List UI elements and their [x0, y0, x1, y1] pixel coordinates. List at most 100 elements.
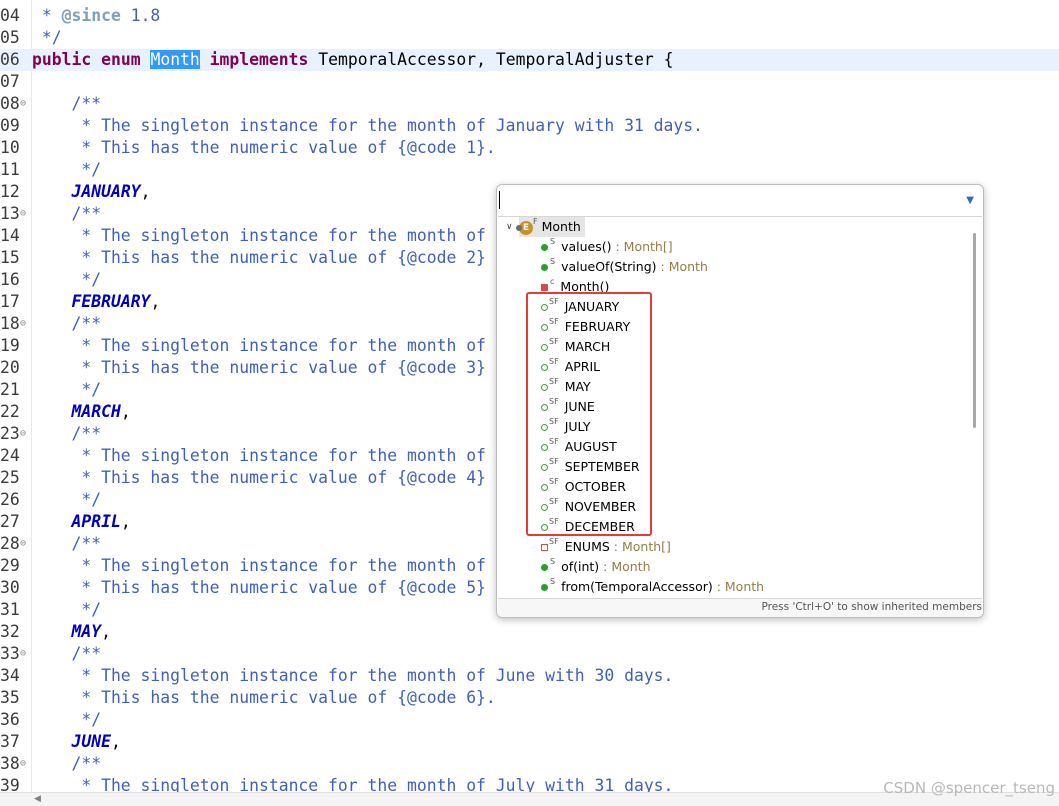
outline-member-august[interactable]: SF AUGUST — [541, 437, 617, 457]
code-token: * This has the numeric value of {@code 2… — [32, 248, 486, 267]
public-static-field-icon — [541, 304, 548, 311]
fold-toggle-icon[interactable]: ⊖ — [20, 423, 26, 445]
outline-member-june[interactable]: SF JUNE — [541, 397, 595, 417]
public-method-icon — [541, 564, 548, 571]
public-static-field-icon — [541, 384, 548, 391]
modifier-badge: SF — [549, 417, 559, 426]
public-static-field-icon — [541, 324, 548, 331]
code-token: */ — [32, 28, 62, 47]
public-method-icon — [541, 264, 548, 271]
quick-outline-popup[interactable]: ▼ ∨ EF Month Svalues() : Month[] SvalueOf… — [496, 184, 984, 618]
fold-toggle-icon[interactable]: ⊖ — [20, 643, 26, 665]
code-line[interactable]: 33 ⊖ /** — [0, 643, 1059, 665]
outline-member-october[interactable]: SF OCTOBER — [541, 477, 626, 497]
outline-vertical-scrollbar[interactable] — [973, 221, 977, 593]
code-text: * The singleton instance for the month o… — [32, 335, 486, 357]
code-line[interactable]: 37 JUNE, — [0, 731, 1059, 753]
fold-toggle-icon[interactable]: ⊖ — [20, 313, 26, 335]
outline-filter-input[interactable] — [500, 189, 958, 211]
outline-filter-bar[interactable]: ▼ — [498, 186, 982, 217]
code-text: public enum Month implements TemporalAcc… — [32, 49, 673, 71]
member-label: AUGUST — [564, 439, 617, 454]
outline-member-september[interactable]: SF SEPTEMBER — [541, 457, 640, 477]
outline-member-february[interactable]: SF FEBRUARY — [541, 317, 630, 337]
member-label: ENUMS — [564, 539, 610, 554]
outline-member-november[interactable]: SF NOVEMBER — [541, 497, 636, 517]
code-token: * The singleton instance for the month o… — [32, 116, 704, 135]
line-number: 27 — [0, 512, 20, 531]
line-number: 07 — [0, 72, 20, 91]
code-line[interactable]: 08 ⊖ /** — [0, 93, 1059, 115]
code-token: JANUARY — [71, 182, 141, 201]
code-line[interactable]: 34 * The singleton instance for the mont… — [0, 665, 1059, 687]
code-token: * — [32, 6, 62, 25]
member-type: : Month[] — [611, 239, 673, 254]
member-label: from(TemporalAccessor) — [561, 579, 713, 594]
outline-member-july[interactable]: SF JULY — [541, 417, 590, 437]
code-line[interactable]: 36 */ — [0, 709, 1059, 731]
member-type: : Month — [656, 259, 708, 274]
outline-member-from-temporalaccessor[interactable]: Sfrom(TemporalAccessor) : Month — [541, 577, 764, 597]
watermark-text: CSDN @spencer_tseng — [883, 779, 1055, 797]
code-line[interactable]: 11 */ — [0, 159, 1059, 181]
line-number: 16 — [0, 270, 20, 289]
outline-member-may[interactable]: SF MAY — [541, 377, 591, 397]
outline-root-month[interactable]: EF Month — [516, 217, 585, 237]
outline-member-april[interactable]: SF APRIL — [541, 357, 600, 377]
member-label: JANUARY — [564, 299, 620, 314]
modifier-badge: S — [550, 237, 556, 246]
outline-member-january[interactable]: SF JANUARY — [541, 297, 619, 317]
outline-member-enums[interactable]: SF ENUMS : Month[] — [541, 537, 671, 557]
code-token: , — [120, 402, 131, 421]
code-line[interactable]: 07 — [0, 71, 1059, 93]
line-number: 04 — [0, 6, 20, 25]
public-method-icon — [541, 584, 548, 591]
outline-member-march[interactable]: SF MARCH — [541, 337, 610, 357]
private-field-icon — [541, 544, 548, 551]
constructor-icon — [541, 284, 548, 291]
code-line[interactable]: 32 MAY, — [0, 621, 1059, 643]
outline-member-december[interactable]: SF DECEMBER — [541, 517, 635, 537]
outline-member-values[interactable]: Svalues() : Month[] — [541, 237, 673, 257]
code-token: * The singleton instance for the month o… — [32, 446, 486, 465]
outline-member-month[interactable]: c Month() — [541, 277, 609, 297]
code-line[interactable]: 06 public enum Month implements TemporalA… — [0, 49, 1059, 71]
modifier-badge: SF — [549, 477, 559, 486]
outline-member-valueof-string[interactable]: SvalueOf(String) : Month — [541, 257, 708, 277]
code-text: */ — [32, 269, 101, 291]
fold-toggle-icon[interactable]: ⊖ — [20, 533, 26, 555]
fold-toggle-icon[interactable]: ⊖ — [20, 753, 26, 775]
code-text: */ — [32, 489, 101, 511]
view-menu-chevron-down-icon[interactable]: ▼ — [966, 195, 974, 206]
outline-member-of-int[interactable]: Sof(int) : Month — [541, 557, 651, 577]
code-line[interactable]: 09 * The singleton instance for the mont… — [0, 115, 1059, 137]
outline-status-text: Press 'Ctrl+O' to show inherited members — [761, 601, 982, 613]
member-label: Month() — [560, 279, 610, 294]
collapse-chevron-icon[interactable]: ∨ — [506, 222, 513, 232]
code-line[interactable]: 05 */ — [0, 27, 1059, 49]
code-text: * This has the numeric value of {@code 6… — [32, 687, 496, 709]
code-text: */ — [32, 599, 101, 621]
code-text: * This has the numeric value of {@code 2… — [32, 247, 486, 269]
line-number: 33 — [0, 644, 20, 663]
code-token: , — [140, 182, 151, 201]
fold-toggle-icon[interactable]: ⊖ — [20, 203, 26, 225]
scrollbar-thumb[interactable] — [973, 233, 976, 428]
modifier-badge: SF — [549, 537, 559, 546]
fold-toggle-icon[interactable]: ⊖ — [20, 93, 26, 115]
line-number: 37 — [0, 732, 20, 751]
code-line[interactable]: 38 ⊖ /** — [0, 753, 1059, 775]
scroll-left-icon[interactable]: ◀ — [34, 794, 41, 804]
code-token: /** — [32, 94, 102, 113]
code-text: /** — [32, 203, 101, 225]
code-line[interactable]: 35 * This has the numeric value of {@cod… — [0, 687, 1059, 709]
code-token: , — [150, 292, 161, 311]
code-line[interactable]: 10 * This has the numeric value of {@cod… — [0, 137, 1059, 159]
code-line[interactable]: 04 * @since 1.8 — [0, 5, 1059, 27]
line-number: 17 — [0, 292, 20, 311]
code-token: * This has the numeric value of {@code 6… — [32, 688, 496, 707]
